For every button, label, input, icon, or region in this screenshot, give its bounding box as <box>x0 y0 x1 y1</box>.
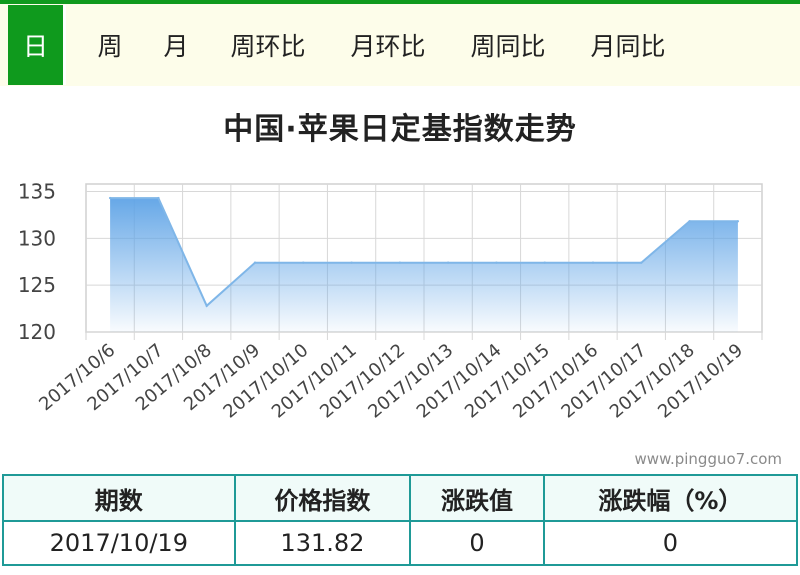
tab-day[interactable]: 日 <box>8 5 66 85</box>
data-point <box>205 304 208 307</box>
data-point <box>350 261 353 264</box>
cell-price-index: 131.82 <box>233 520 412 566</box>
site-watermark: www.pingguo7.com <box>634 450 782 468</box>
cell-change-percent: 0 <box>542 520 799 566</box>
data-point <box>736 220 740 223</box>
summary-header-row: 期数 价格指数 涨跌值 涨跌幅（%） <box>2 474 799 522</box>
data-point <box>495 261 498 264</box>
y-tick-label: 120 <box>18 320 56 344</box>
y-tick-label: 130 <box>18 226 56 250</box>
data-point <box>640 261 643 264</box>
header-period: 期数 <box>2 474 236 522</box>
tab-week[interactable]: 周 <box>84 4 136 86</box>
tab-month-on-month[interactable]: 月环比 <box>338 4 438 86</box>
data-point <box>446 261 450 264</box>
y-tick-label: 125 <box>18 273 56 297</box>
data-point <box>543 261 546 264</box>
tab-week-year-on-year[interactable]: 周同比 <box>458 4 558 86</box>
chart-title: 中国·苹果日定基指数走势 <box>223 112 577 147</box>
tab-week-on-week[interactable]: 周环比 <box>218 4 318 86</box>
data-point <box>302 261 305 264</box>
data-point <box>591 261 595 264</box>
data-point <box>157 196 160 200</box>
tab-month-year-on-year[interactable]: 月同比 <box>578 4 678 86</box>
header-change-value: 涨跌值 <box>409 474 545 522</box>
header-price-index: 价格指数 <box>233 474 412 522</box>
summary-table: 期数 价格指数 涨跌值 涨跌幅（%） 2017/10/19 131.82 0 0 <box>2 474 799 566</box>
data-point <box>688 220 691 223</box>
apple-index-chart: 1201251301352017/10/62017/10/72017/10/82… <box>18 179 763 423</box>
data-point <box>398 261 402 264</box>
data-point <box>108 196 112 200</box>
period-tabs: 日 周 月 周环比 月环比 周同比 月同比 <box>0 4 800 86</box>
cell-period: 2017/10/19 <box>2 520 236 566</box>
cell-change-value: 0 <box>409 520 545 566</box>
header-change-percent: 涨跌幅（%） <box>542 474 799 522</box>
y-tick-label: 135 <box>18 179 56 203</box>
data-point <box>253 261 257 264</box>
tab-month[interactable]: 月 <box>150 4 202 86</box>
table-row: 2017/10/19 131.82 0 0 <box>2 520 799 566</box>
